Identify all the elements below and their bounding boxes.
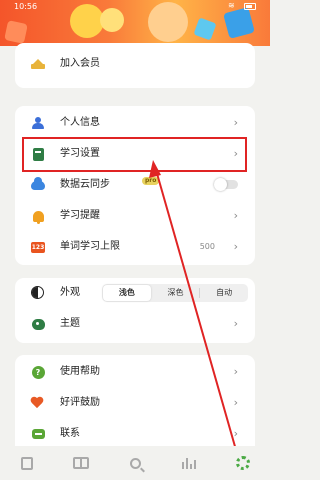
- theme-label: 主题: [60, 318, 80, 329]
- chevron-right-icon: ›: [233, 147, 238, 160]
- status-time: 10:56: [14, 2, 38, 11]
- promo-banner[interactable]: 10:56 ≋: [0, 0, 270, 46]
- chevron-right-icon: ›: [233, 427, 238, 440]
- chat-icon: [31, 427, 45, 441]
- word-limit-label: 单词学习上限: [60, 241, 120, 252]
- chevron-right-icon: ›: [233, 209, 238, 222]
- personal-info-label: 个人信息: [60, 117, 100, 128]
- settings-gear-icon: [236, 456, 250, 470]
- nav-item-settings[interactable]: [216, 446, 270, 480]
- pro-badge: pro: [142, 177, 160, 185]
- settings-card: 个人信息 › 学习设置 › 数据云同步 pro 学习提醒 › 123 单词学习上…: [15, 106, 255, 265]
- theme-row[interactable]: 主题 ›: [15, 309, 255, 339]
- bottom-nav: [0, 446, 270, 480]
- open-book-icon: [73, 457, 89, 469]
- vip-card[interactable]: 加入会员: [15, 43, 255, 88]
- heart-icon: [31, 396, 45, 410]
- person-icon: [31, 116, 45, 130]
- chevron-right-icon: ›: [233, 116, 238, 129]
- rate-row[interactable]: 好评鼓励 ›: [15, 388, 255, 418]
- study-reminder-row[interactable]: 学习提醒 ›: [15, 201, 255, 231]
- contrast-icon: [31, 286, 44, 299]
- book-icon: [21, 456, 33, 470]
- chevron-right-icon: ›: [233, 365, 238, 378]
- contact-row[interactable]: 联系 ›: [15, 419, 255, 449]
- join-membership-row[interactable]: 加入会员: [15, 49, 255, 79]
- bell-icon: [31, 209, 45, 224]
- nav-item-search[interactable]: [108, 446, 162, 480]
- cloud-sync-label: 数据云同步: [60, 179, 110, 190]
- appearance-option-light[interactable]: 浅色: [103, 285, 151, 301]
- study-reminder-label: 学习提醒: [60, 210, 100, 221]
- nav-item-reading[interactable]: [54, 446, 108, 480]
- palette-icon: [31, 317, 45, 331]
- appearance-row: 外观 浅色 深色 自动: [15, 278, 255, 308]
- chevron-right-icon: ›: [233, 317, 238, 330]
- gift-decoration: [193, 17, 217, 41]
- help-card: ? 使用帮助 › 好评鼓励 › 联系 ›: [15, 355, 255, 455]
- stats-icon: [182, 457, 196, 469]
- crown-icon: [31, 57, 45, 71]
- cloud-sync-toggle[interactable]: [214, 178, 238, 191]
- appearance-segmented-control[interactable]: 浅色 深色 自动: [102, 284, 248, 302]
- contact-label: 联系: [60, 428, 80, 439]
- search-icon: [129, 457, 141, 469]
- nav-item-stats[interactable]: [162, 446, 216, 480]
- help-label: 使用帮助: [60, 366, 100, 377]
- rate-label: 好评鼓励: [60, 397, 100, 408]
- question-icon: ?: [31, 365, 45, 379]
- word-limit-row[interactable]: 123 单词学习上限 500 ›: [15, 232, 255, 262]
- nav-item-wordbook[interactable]: [0, 446, 54, 480]
- study-settings-label: 学习设置: [60, 148, 100, 159]
- appearance-option-auto[interactable]: 自动: [200, 284, 248, 302]
- personal-info-row[interactable]: 个人信息 ›: [15, 108, 255, 138]
- appearance-label: 外观: [60, 287, 80, 298]
- wifi-icon: ≋: [228, 1, 235, 10]
- battery-icon: [244, 3, 256, 10]
- status-bar: 10:56 ≋: [0, 0, 270, 14]
- join-membership-label: 加入会员: [60, 58, 100, 69]
- word-limit-value: 500: [199, 242, 215, 251]
- gift-decoration: [4, 20, 28, 44]
- chevron-right-icon: ›: [233, 240, 238, 253]
- cloud-sync-row[interactable]: 数据云同步 pro: [15, 170, 255, 200]
- study-settings-row[interactable]: 学习设置 ›: [15, 139, 255, 169]
- appearance-option-dark[interactable]: 深色: [152, 284, 200, 302]
- counter-icon: 123: [31, 241, 45, 253]
- chevron-right-icon: ›: [233, 396, 238, 409]
- book-icon: [31, 147, 45, 161]
- toggle-knob: [214, 178, 227, 191]
- cloud-icon: [31, 176, 45, 192]
- appearance-card: 外观 浅色 深色 自动 主题 ›: [15, 278, 255, 343]
- help-row[interactable]: ? 使用帮助 ›: [15, 357, 255, 387]
